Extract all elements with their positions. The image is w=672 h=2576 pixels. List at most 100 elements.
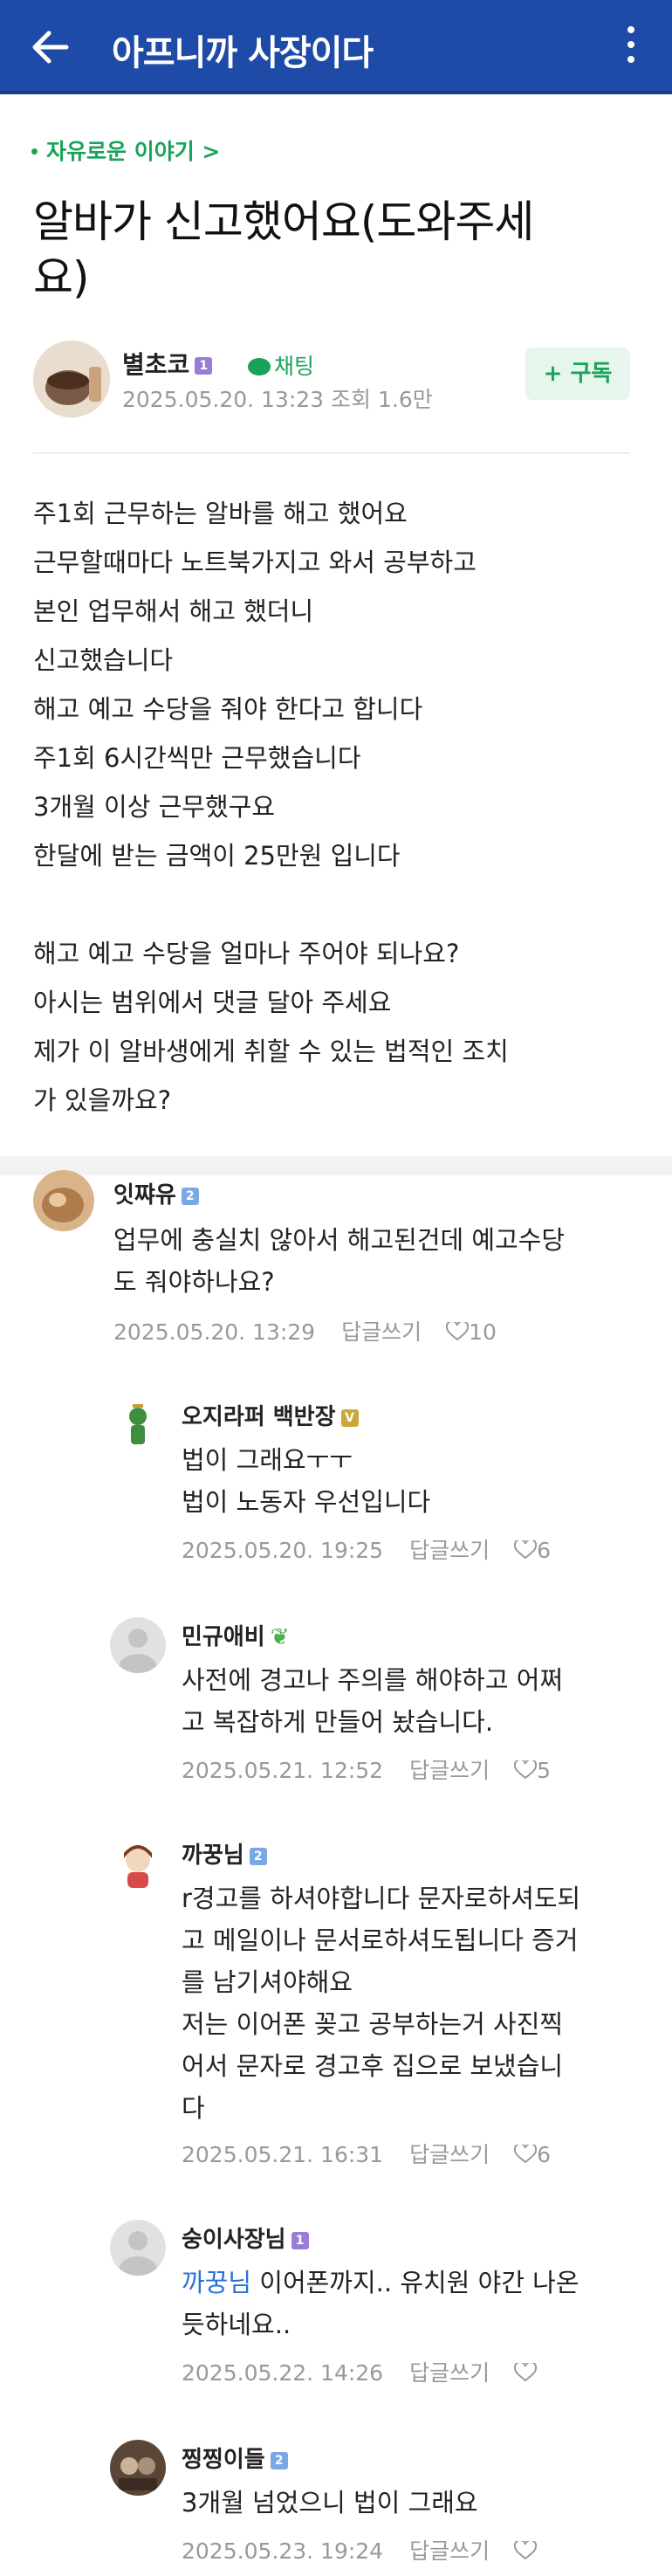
level-badge: 1: [291, 2231, 309, 2249]
category-label: 자유로운 이야기 >: [46, 139, 221, 164]
heart-icon: [514, 1760, 538, 1780]
level-badge: 2: [270, 2451, 288, 2469]
comment-date: 2025.05.23. 19:24: [182, 2538, 384, 2564]
reply-item: 민규애비 ❦ 사전에 경고나 주의를 해야하고 어쩌 고 복잡하게 만들어 놨습니…: [0, 1614, 672, 1797]
commenter-avatar[interactable]: [110, 1397, 166, 1453]
like-button[interactable]: 6: [514, 1538, 551, 1563]
level-badge: 2: [181, 1187, 199, 1205]
comment-line: 다: [182, 2093, 205, 2123]
subscribe-button[interactable]: + 구독: [525, 348, 630, 400]
post-title: 알바가 신고했어요(도와주세 요): [33, 194, 592, 306]
comment-meta: 2025.05.20. 13:29 답글쓰기 10: [113, 1315, 497, 1347]
comment-meta: 2025.05.21. 16:31 답글쓰기 6: [182, 2138, 551, 2169]
level-badge: 1: [195, 357, 213, 375]
post-body-line: 해고 예고 수당을 얼마나 주어야 되나요?: [33, 939, 460, 968]
reply-button[interactable]: 답글쓰기: [409, 1538, 490, 1563]
comment-meta: 2025.05.20. 19:25 답글쓰기 6: [182, 1533, 551, 1565]
page-title: 아프니까 사장이다: [112, 33, 374, 73]
commenter-name[interactable]: 숭이사장님 1: [182, 2221, 309, 2254]
author-name[interactable]: 별초코 1: [122, 346, 213, 381]
like-button[interactable]: [514, 2538, 538, 2564]
commenter-name[interactable]: 오지라퍼 백반장 V: [182, 1399, 359, 1431]
post-body-line: 가 있을까요?: [33, 1085, 172, 1115]
post-body-line: 한달에 받는 금액이 25만원 입니다: [33, 841, 401, 871]
heart-icon: [514, 2145, 538, 2164]
commenter-name-text: 잇쨔유: [113, 1182, 176, 1209]
commenter-avatar[interactable]: [110, 1836, 166, 1891]
reply-button[interactable]: 답글쓰기: [409, 2360, 490, 2386]
commenter-name[interactable]: 찡찡이들 2: [182, 2442, 288, 2474]
post-body-line: 본인 업무해서 해고 했더니: [33, 596, 314, 626]
commenter-name[interactable]: 잇쨔유 2: [113, 1177, 199, 1209]
like-button[interactable]: 5: [514, 1758, 551, 1783]
comment-line: 3개월 넘었으니 법이 그래요: [182, 2488, 478, 2517]
author-avatar[interactable]: [33, 341, 110, 417]
comment-meta: 2025.05.22. 14:26 답글쓰기: [182, 2356, 538, 2387]
reply-button[interactable]: 답글쓰기: [409, 1758, 490, 1783]
commenter-avatar[interactable]: [110, 1617, 166, 1673]
post-body-line: 주1회 근무하는 알바를 해고 했어요: [33, 499, 408, 528]
more-options-icon[interactable]: [625, 26, 637, 68]
level-badge: V: [340, 1409, 359, 1427]
reply-item: 숭이사장님 1 까꿍님 이어폰까지.. 유치원 야간 나온 듯하네요.. 2025…: [0, 2216, 672, 2400]
post-body-line: 신고했습니다: [33, 645, 174, 675]
comment-line: 까꿍님 이어폰까지.. 유치원 야간 나온: [182, 2262, 579, 2304]
commenter-name-text: 민규애비: [182, 1624, 265, 1650]
like-button[interactable]: [514, 2360, 538, 2386]
reply-item: 오지라퍼 백반장 V 법이 그래요ㅜㅜ 법이 노동자 우선입니다 2025.05.…: [0, 1394, 672, 1577]
divider: [33, 452, 630, 454]
comment-text: 까꿍님 이어폰까지.. 유치원 야간 나온 듯하네요..: [182, 2262, 579, 2345]
commenter-avatar[interactable]: [33, 1170, 94, 1231]
post-body-line: 근무할때마다 노트북가지고 와서 공부하고: [33, 548, 477, 577]
comment-line: 법이 그래요ㅜㅜ: [182, 1445, 353, 1475]
mention-link[interactable]: 까꿍님: [182, 2268, 251, 2297]
comment-line: 고 복잡하게 만들어 놨습니다.: [182, 1707, 494, 1737]
comment-text: 3개월 넘었으니 법이 그래요: [182, 2482, 478, 2524]
like-button[interactable]: 6: [514, 2142, 551, 2167]
post-body-line: [33, 880, 635, 929]
commenter-avatar[interactable]: [110, 2220, 166, 2276]
commenter-name[interactable]: 민규애비 ❦: [182, 1619, 289, 1651]
level-badge: 2: [249, 1847, 267, 1865]
comment-line: 를 남기셔야해요: [182, 1967, 353, 1997]
post-body-line: 3개월 이상 근무했구요: [33, 792, 276, 822]
like-count: 10: [469, 1319, 497, 1345]
comment-date: 2025.05.22. 14:26: [182, 2360, 384, 2386]
comment-line: 법이 노동자 우선입니다: [182, 1487, 431, 1517]
chat-bubble-icon: [248, 357, 271, 375]
comment-line: 저는 이어폰 꽂고 공부하는거 사진찍: [182, 2009, 564, 2039]
chat-button[interactable]: 채팅: [248, 349, 314, 381]
commenter-name-text: 숭이사장님: [182, 2227, 286, 2253]
commenter-name[interactable]: 까꿍님 2: [182, 1837, 267, 1870]
post-body-line: 해고 예고 수당을 줘야 한다고 합니다: [33, 694, 423, 724]
like-button[interactable]: 10: [446, 1319, 497, 1345]
comment-text: 법이 그래요ㅜㅜ 법이 노동자 우선입니다: [182, 1439, 430, 1523]
commenter-name-text: 오지라퍼 백반장: [182, 1404, 336, 1430]
reply-item: 까꿍님 2 r경고를 하셔야합니다 문자로하셔도되 고 메일이나 문서로하셔도됩니…: [0, 1832, 672, 2181]
category-link[interactable]: 자유로운 이야기 >: [31, 134, 220, 166]
sprout-icon: ❦: [270, 1624, 290, 1650]
back-arrow-icon[interactable]: [31, 28, 70, 66]
comment-date: 2025.05.21. 12:52: [182, 1758, 384, 1783]
like-count: 6: [537, 1538, 552, 1563]
comment-line: 사전에 경고나 주의를 해야하고 어쩌: [182, 1665, 564, 1695]
heart-icon: [514, 2363, 538, 2382]
comment-line: 듯하네요..: [182, 2310, 291, 2339]
comment-date: 2025.05.20. 19:25: [182, 1538, 384, 1563]
chat-label: 채팅: [274, 354, 315, 379]
post-title-line: 알바가 신고했어요(도와주세: [33, 196, 534, 247]
reply-button[interactable]: 답글쓰기: [409, 2538, 490, 2564]
like-count: 6: [537, 2142, 552, 2167]
commenter-avatar[interactable]: [110, 2440, 166, 2496]
comment-item: 잇쨔유 2 업무에 충실치 않아서 해고된건데 예고수당 도 줘야하나요? 202…: [0, 1170, 672, 1380]
comment-date: 2025.05.21. 16:31: [182, 2142, 384, 2167]
comment-date: 2025.05.20. 13:29: [113, 1319, 316, 1345]
post-meta: 2025.05.20. 13:23 조회 1.6만: [122, 387, 433, 412]
comment-meta: 2025.05.23. 19:24 답글쓰기: [182, 2534, 538, 2566]
post-title-line: 요): [33, 252, 90, 303]
reply-button[interactable]: 답글쓰기: [341, 1319, 422, 1345]
comment-line: 고 메일이나 문서로하셔도됩니다 증거: [182, 1925, 579, 1955]
reply-button[interactable]: 답글쓰기: [409, 2142, 490, 2167]
comment-text: 업무에 충실치 않아서 해고된건데 예고수당 도 줘야하나요?: [113, 1219, 565, 1303]
comment-line: 어서 문자로 경고후 집으로 보냈습니: [182, 2051, 564, 2081]
